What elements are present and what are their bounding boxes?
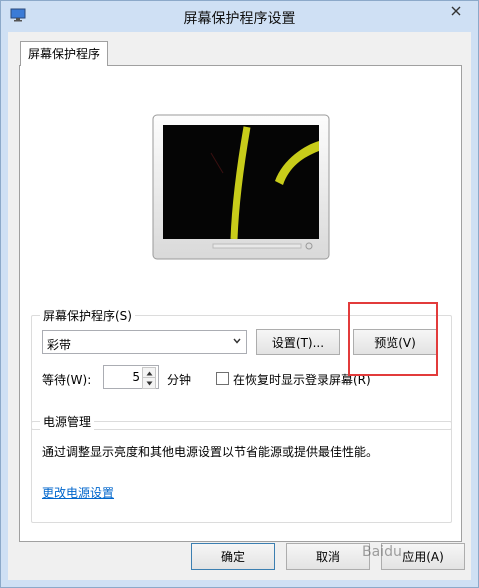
power-group: 电源管理 [31,413,452,523]
wait-minutes-stepper[interactable]: 5 [103,365,159,389]
resume-login-checkbox[interactable] [216,372,229,385]
title-bar[interactable]: 屏幕保护程序设置 [1,1,478,32]
power-description: 通过调整显示亮度和其他电源设置以节省能源或提供最佳性能。 [42,445,379,459]
monitor-preview-image [152,114,330,260]
screensaver-select[interactable]: 彩带 [42,330,247,354]
wait-label: 等待(W): [42,373,92,387]
settings-button[interactable]: 设置(T)... [256,329,340,355]
screensaver-settings-window: 屏幕保护程序设置 屏幕保护程序 屏幕保护程序(S) 彩带 设置(T)... 预览… [0,0,479,588]
screensaver-group-label: 屏幕保护程序(S) [40,307,135,324]
chevron-up-icon [146,371,152,375]
annotation-highlight-box [348,302,438,376]
close-icon [451,6,461,16]
close-button[interactable] [441,1,471,21]
screensaver-selected-value: 彩带 [47,338,72,352]
tab-screensaver[interactable]: 屏幕保护程序 [20,41,108,66]
chevron-down-icon [233,338,241,344]
power-group-label: 电源管理 [40,413,95,430]
stepper-down-button[interactable] [142,377,156,389]
cancel-button[interactable]: 取消 [286,543,370,570]
chevron-down-icon [146,381,152,385]
wait-unit: 分钟 [167,373,192,387]
window-title: 屏幕保护程序设置 [183,11,296,27]
watermark: Baidu [362,544,402,560]
ok-button[interactable]: 确定 [191,543,275,570]
wait-value: 5 [132,370,140,384]
change-power-settings-link[interactable]: 更改电源设置 [42,484,114,501]
